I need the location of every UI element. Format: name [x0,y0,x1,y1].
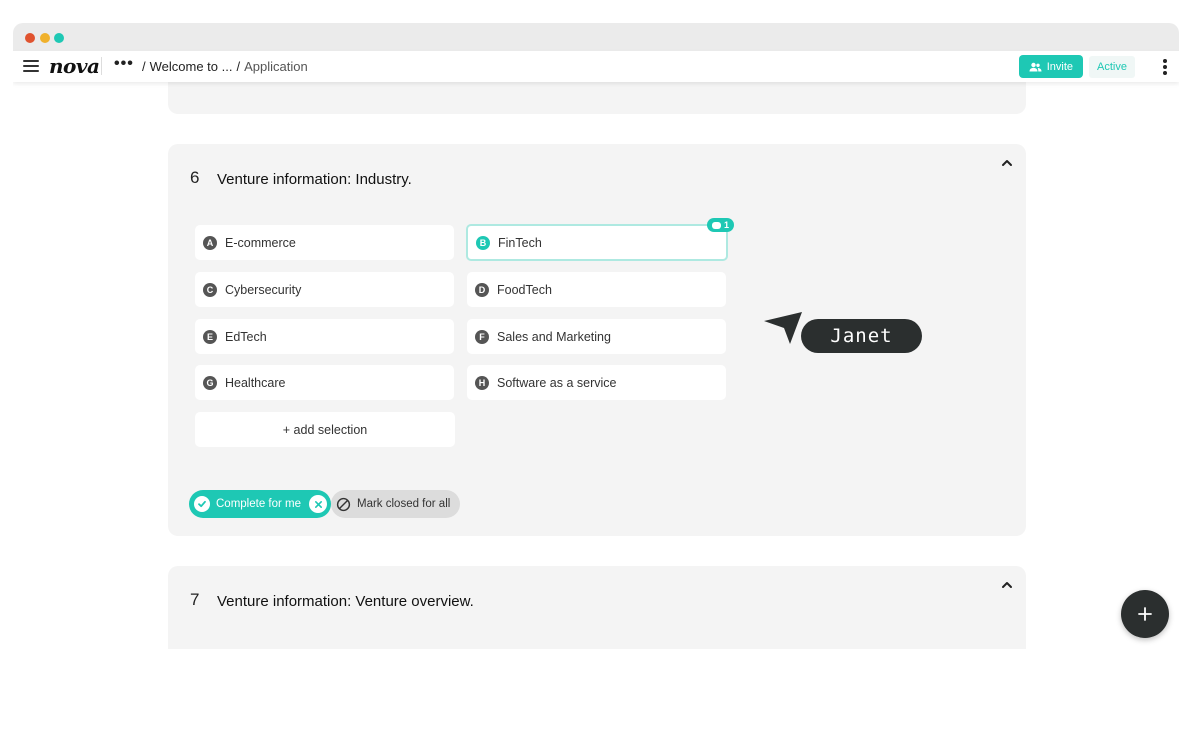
maximize-window-dot[interactable] [54,33,64,43]
option-letter: E [203,329,217,344]
option-letter: C [203,282,217,297]
hamburger-icon[interactable] [23,60,39,73]
comment-count-badge[interactable]: 1 [706,218,734,232]
option-label: Cybersecurity [225,282,302,297]
option-c[interactable]: C Cybersecurity [195,272,454,307]
question-card-7: 7 Venture information: Venture overview. [168,566,1026,649]
close-window-dot[interactable] [25,33,35,43]
option-label: EdTech [225,329,267,344]
collaborator-cursor-label: Janet [801,319,922,353]
add-selection-button[interactable]: + add selection [195,412,455,447]
option-label: Software as a service [497,375,617,390]
option-label: FinTech [498,235,542,250]
app-header: nova ••• / Welcome to ... / Application Inv… [13,51,1179,82]
breadcrumb: / Welcome to ... / Application [138,59,308,74]
option-letter: H [475,375,489,390]
option-letter: A [203,235,217,250]
invite-label: Invite [1046,60,1073,73]
option-letter: F [475,329,489,344]
close-circle-icon[interactable] [309,495,328,513]
cursor-arrow-icon [764,312,802,344]
browser-window: nova ••• / Welcome to ... / Application Inv… [13,23,1179,649]
minimize-window-dot[interactable] [40,33,50,43]
breadcrumb-separator: / [236,59,241,74]
window-titlebar [13,23,1179,51]
breadcrumb-separator: / [142,59,146,74]
chevron-up-icon[interactable] [1000,578,1014,592]
breadcrumb-item-application: Application [244,59,308,74]
people-add-icon [1029,62,1042,71]
option-g[interactable]: G Healthcare [195,365,454,400]
comment-icon [711,221,721,229]
app-logo[interactable]: nova [49,54,100,78]
option-h[interactable]: H Software as a service [467,365,726,400]
breadcrumb-more-button[interactable]: ••• [114,55,134,73]
option-b[interactable]: B FinTech 1 [466,218,734,261]
vertical-dots-icon[interactable] [1163,59,1167,75]
block-icon [336,497,351,511]
option-a[interactable]: A E-commerce [195,225,454,260]
option-letter: B [476,235,490,250]
option-letter: D [475,282,489,297]
breadcrumb-item-welcome[interactable]: Welcome to ... [150,59,233,74]
question-number: 7 [190,590,200,609]
option-e[interactable]: E EdTech [195,319,454,354]
add-button[interactable] [1121,590,1169,638]
mark-closed-for-all-button[interactable]: Mark closed for all [331,490,461,518]
option-letter: G [203,375,217,390]
chevron-up-icon[interactable] [1000,156,1014,170]
status-badge: Active [1089,56,1135,78]
question-number: 6 [190,168,200,187]
check-circle-icon [194,496,210,512]
question-title: Venture information: Industry. [217,171,412,188]
question-title: Venture information: Venture overview. [217,593,474,610]
plus-icon [1138,607,1152,621]
option-label: FoodTech [497,282,552,297]
complete-for-me-button[interactable]: Complete for me [189,490,332,518]
option-label: Healthcare [225,375,286,390]
complete-label: Complete for me [216,498,302,510]
option-label: E-commerce [225,235,296,250]
question-card-previous [168,82,1026,114]
header-divider [101,57,102,75]
invite-button[interactable]: Invite [1018,55,1083,78]
comment-count: 1 [723,220,729,230]
option-d[interactable]: D FoodTech [467,272,726,307]
option-f[interactable]: F Sales and Marketing [467,319,726,354]
form-content[interactable]: 6 Venture information: Industry. A E-com… [13,82,1179,649]
option-label: Sales and Marketing [497,329,611,344]
mark-closed-label: Mark closed for all [357,498,451,510]
